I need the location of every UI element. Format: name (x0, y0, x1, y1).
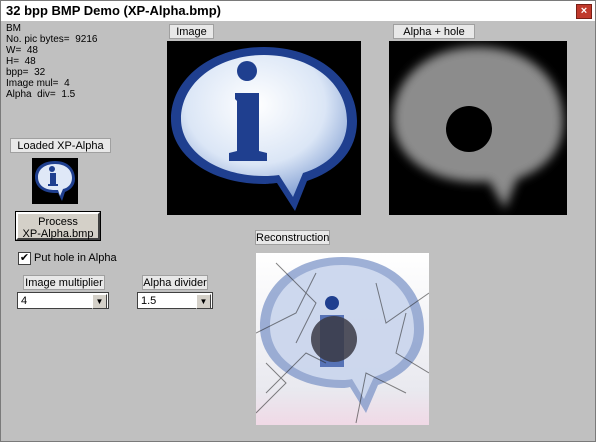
hole-checkbox-label[interactable]: Put hole in Alpha (34, 252, 117, 264)
loaded-label: Loaded XP-Alpha (10, 138, 111, 153)
chevron-down-icon[interactable]: ▼ (196, 294, 211, 309)
hole-checkbox[interactable]: ✔ (18, 252, 31, 265)
chevron-down-icon[interactable]: ▼ (92, 294, 107, 309)
process-button[interactable]: Process XP-Alpha.bmp (15, 211, 101, 241)
alpha-divider-select[interactable]: 1.5 ▼ (137, 292, 213, 309)
reconstruction-preview (256, 253, 429, 425)
alpha-preview (389, 41, 567, 215)
alpha-divider-value: 1.5 (141, 295, 157, 307)
title-bar[interactable]: 32 bpp BMP Demo (XP-Alpha.bmp) × (1, 1, 595, 21)
info-line: Image mul= 4 (6, 78, 70, 89)
info-line: W= 48 (6, 45, 38, 56)
info-line: H= 48 (6, 56, 36, 67)
image-label: Image (169, 24, 214, 39)
info-bubble-icon (171, 47, 357, 211)
reconstruction-composite (256, 253, 429, 425)
process-button-line2: XP-Alpha.bmp (22, 228, 94, 240)
alpha-divider-label: Alpha divider (142, 275, 208, 290)
image-multiplier-label: Image multiplier (23, 275, 105, 290)
window-title: 32 bpp BMP Demo (XP-Alpha.bmp) (6, 3, 221, 18)
close-button[interactable]: × (576, 4, 592, 19)
app-window: 32 bpp BMP Demo (XP-Alpha.bmp) × BM No. … (0, 0, 596, 442)
info-line: Alpha div= 1.5 (6, 89, 76, 100)
image-multiplier-select[interactable]: 4 ▼ (17, 292, 109, 309)
info-line: BM (6, 23, 21, 34)
image-preview (167, 41, 361, 215)
process-button-line1: Process (38, 216, 78, 228)
info-line: No. pic bytes= 9216 (6, 34, 98, 45)
alpha-hole-label: Alpha + hole (393, 24, 475, 39)
reconstruction-label: Reconstruction (255, 230, 330, 245)
info-line: bpp= 32 (6, 67, 46, 78)
alpha-mask-graphic (393, 47, 563, 209)
info-small-icon (35, 161, 75, 201)
loaded-icon-preview (32, 158, 78, 204)
bmp-info-panel: BM No. pic bytes= 9216 W= 48 H= 48 bpp= … (6, 23, 97, 100)
image-multiplier-value: 4 (21, 295, 28, 307)
